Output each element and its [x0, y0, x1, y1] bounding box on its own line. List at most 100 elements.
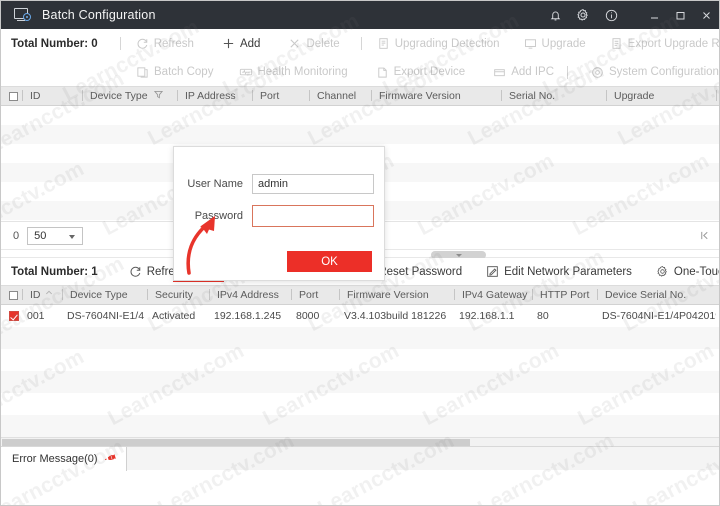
column-header-ipv4-gateway[interactable]: IPv4 Gateway — [454, 285, 532, 305]
column-header-id-lower[interactable]: ID — [22, 285, 62, 305]
batch-configuration-window: Batch Configuration — [0, 0, 720, 506]
system-config-icon — [591, 66, 604, 79]
bell-icon[interactable] — [541, 1, 569, 29]
column-header-serial-no[interactable]: Serial No. — [501, 86, 606, 106]
horizontal-scrollbar[interactable] — [1, 437, 719, 446]
edit-icon — [486, 265, 499, 278]
column-header-channel[interactable]: Channel — [309, 86, 371, 106]
column-header-port-lower[interactable]: Port — [291, 285, 339, 305]
chevron-down-icon — [69, 235, 75, 239]
column-header-http-port[interactable]: HTTP Port — [532, 285, 597, 305]
column-header-id[interactable]: ID — [22, 86, 82, 106]
add-ipc-label: Add IPC — [511, 66, 554, 78]
info-icon[interactable] — [597, 1, 625, 29]
refresh-button[interactable]: Refresh — [129, 33, 201, 55]
empty-row — [1, 125, 719, 144]
column-header-port[interactable]: Port — [252, 86, 309, 106]
close-icon[interactable] — [693, 1, 719, 29]
select-all-checkbox-lower[interactable] — [9, 291, 18, 300]
scrollbar-thumb[interactable] — [2, 439, 470, 446]
delete-button[interactable]: Delete — [281, 33, 346, 55]
password-input[interactable] — [252, 205, 374, 227]
cell-firmware-version: V3.4.103build 181226 — [336, 310, 451, 322]
window-title: Batch Configuration — [42, 8, 156, 22]
toolbar-divider-2 — [361, 37, 362, 50]
username-input[interactable]: admin — [252, 174, 374, 194]
pin-icon[interactable] — [102, 450, 118, 468]
sort-asc-icon[interactable] — [45, 289, 58, 302]
cell-id: 001 — [23, 310, 59, 322]
export-report-icon — [610, 37, 623, 50]
username-field-group: User Name admin — [186, 174, 374, 194]
refresh-icon — [129, 265, 142, 278]
column-header-ip-address[interactable]: IP Address — [177, 86, 252, 106]
upgrading-detection-button[interactable]: Upgrading Detection — [370, 33, 507, 55]
empty-row — [1, 415, 719, 437]
add-button-upper[interactable]: Add — [215, 33, 267, 55]
upgrading-detection-label: Upgrading Detection — [395, 38, 500, 50]
column-header-device-type-lower[interactable]: Device Type — [62, 285, 147, 305]
column-header-firmware-version-lower[interactable]: Firmware Version — [339, 285, 454, 305]
refresh-label: Refresh — [154, 38, 194, 50]
export-upgrade-report-label: Export Upgrade Report — [628, 38, 720, 50]
add-label-upper: Add — [240, 38, 260, 50]
upgrade-detect-icon — [377, 37, 390, 50]
batch-copy-button[interactable]: Batch Copy — [129, 61, 220, 83]
column-header-upgrade[interactable]: Upgrade — [606, 86, 716, 106]
health-monitoring-button[interactable]: Health Monitoring — [232, 61, 354, 83]
upper-toolbar-row1: Total Number: 0 Refresh Add Delete — [1, 29, 719, 58]
export-device-button[interactable]: Export Device — [369, 61, 473, 83]
export-device-icon — [376, 66, 389, 79]
select-all-checkbox-upper[interactable] — [9, 92, 18, 101]
edit-network-parameters-label: Edit Network Parameters — [504, 266, 632, 278]
edit-network-parameters-button[interactable]: Edit Network Parameters — [479, 261, 639, 283]
minimize-icon[interactable] — [641, 1, 667, 29]
column-header-firmware-version[interactable]: Firmware Version — [371, 86, 501, 106]
error-message-label: Error Message(0) — [12, 453, 98, 465]
export-upgrade-report-button[interactable]: Export Upgrade Report — [603, 33, 720, 55]
chevron-down-icon — [456, 254, 462, 257]
filter-icon[interactable] — [154, 90, 167, 103]
delete-label: Delete — [306, 38, 339, 50]
upper-table-header: ID Device Type IP Address Port Channel F… — [1, 86, 719, 106]
password-field-group: Password — [186, 205, 374, 227]
table-row[interactable]: 001 DS-7604NI-E1/4P Activated 192.168.1.… — [1, 305, 719, 327]
column-header-device-type[interactable]: Device Type — [82, 86, 177, 106]
batch-copy-label: Batch Copy — [154, 66, 213, 78]
first-page-icon[interactable] — [699, 230, 710, 241]
column-header-security[interactable]: Security — [147, 285, 209, 305]
error-message-tab[interactable]: Error Message(0) — [1, 447, 127, 471]
page-size-select[interactable]: 50 — [27, 227, 83, 245]
gear-icon — [656, 265, 669, 278]
cell-device-type: DS-7604NI-E1/4P — [59, 310, 144, 322]
column-header-ipv4-address[interactable]: IPv4 Address — [209, 285, 291, 305]
system-configuration-label: System Configuration — [609, 66, 719, 78]
toolbar-divider — [120, 37, 121, 50]
maximize-icon[interactable] — [667, 1, 693, 29]
refresh-icon — [136, 37, 149, 50]
export-device-label: Export Device — [394, 66, 466, 78]
row-checkbox[interactable] — [9, 311, 19, 321]
upper-toolbar-row2: Batch Copy Health Monitoring Export Devi… — [1, 58, 719, 86]
cell-ipv4-address: 192.168.1.245 — [206, 310, 288, 322]
empty-row — [1, 349, 719, 371]
username-label: User Name — [186, 178, 252, 190]
column-header-device-serial-no[interactable]: Device Serial No. — [597, 285, 719, 305]
system-configuration-button[interactable]: System Configuration — [584, 61, 720, 83]
empty-row — [1, 327, 719, 349]
gear-icon[interactable] — [569, 1, 597, 29]
cell-http-port: 80 — [529, 310, 594, 322]
monitor-config-icon — [14, 8, 30, 22]
batch-copy-icon — [136, 66, 149, 79]
upgrade-button[interactable]: Upgrade — [517, 33, 593, 55]
column-header-operation[interactable]: Operation — [716, 86, 720, 106]
cell-device-serial-no: DS-7604NI-E1/4P042019... — [594, 310, 716, 322]
one-touch-apply-button[interactable]: One-Touch Apply — [649, 261, 720, 283]
cell-security: Activated — [144, 310, 206, 322]
ok-button[interactable]: OK — [287, 251, 372, 272]
add-ipc-button[interactable]: Add IPC — [486, 61, 561, 83]
status-bar: Error Message(0) — [1, 446, 719, 470]
title-bar-controls — [541, 1, 719, 29]
lower-table-body: 001 DS-7604NI-E1/4P Activated 192.168.1.… — [1, 305, 719, 437]
one-touch-apply-label: One-Touch Apply — [674, 266, 720, 278]
